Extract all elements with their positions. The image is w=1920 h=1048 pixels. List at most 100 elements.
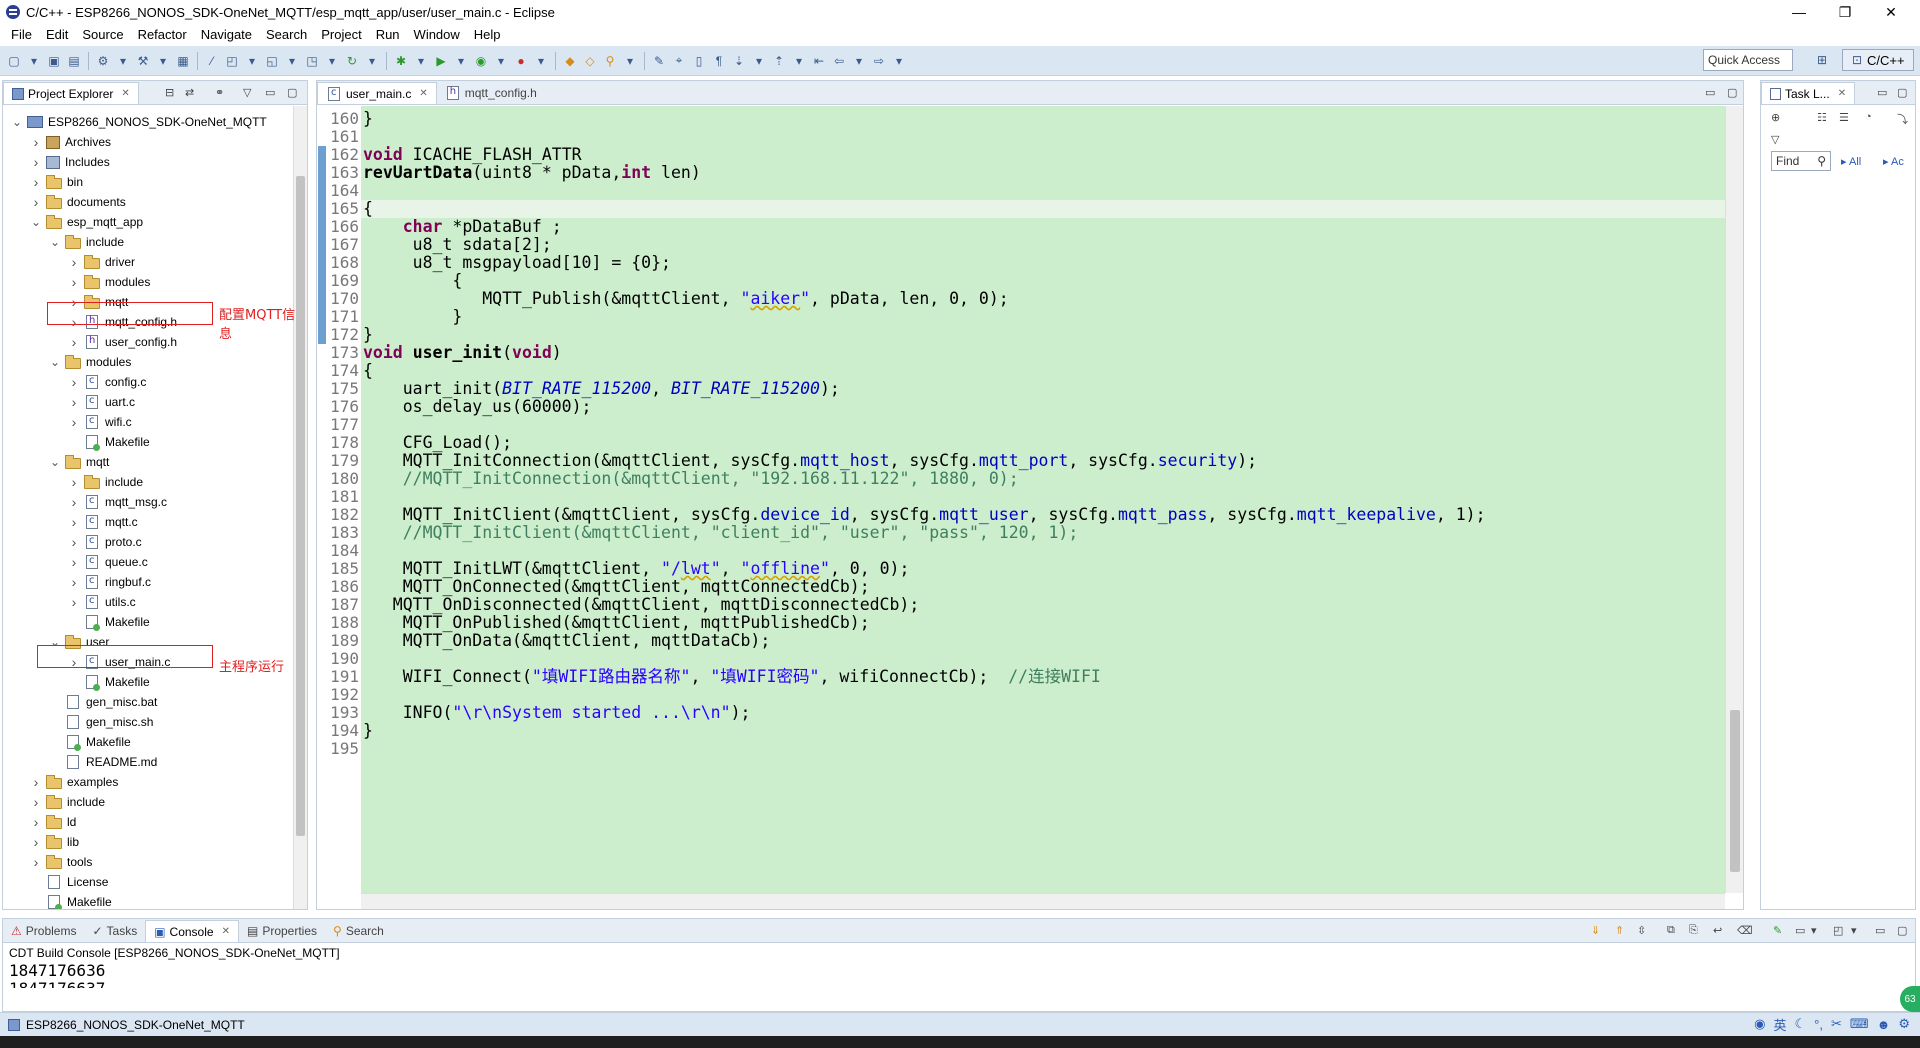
dropdown-icon[interactable]: ▾ (25, 52, 43, 70)
console-body[interactable]: CDT Build Console [ESP8266_NONOS_SDK-One… (3, 944, 1915, 1011)
save-all-icon[interactable]: ▤ (65, 52, 83, 70)
dropdown-icon[interactable]: ▾ (452, 52, 470, 70)
tree-item[interactable]: › mqtt.c (68, 512, 138, 532)
dropdown-icon[interactable]: ▾ (114, 52, 132, 70)
chevron-right-icon[interactable]: › (30, 134, 42, 150)
dropdown-icon[interactable]: ▾ (323, 52, 341, 70)
filter-active-link[interactable]: ▸ Ac (1883, 155, 1904, 168)
tree-item[interactable]: Makefile (30, 892, 112, 909)
toggle-icon[interactable]: ⁄ (203, 52, 221, 70)
next-annotation-icon[interactable]: ⇣ (730, 52, 748, 70)
code-line[interactable]: MQTT_OnPublished(&mqttClient, mqttPublis… (361, 614, 1725, 632)
settings-icon[interactable]: ⚙ (1898, 1016, 1910, 1032)
code-line[interactable] (361, 686, 1725, 704)
ime-icon[interactable]: ◉ (1754, 1016, 1765, 1032)
menu-search[interactable]: Search (259, 27, 314, 42)
view-menu-icon[interactable]: ▽ (243, 86, 251, 99)
code-line[interactable]: WIFI_Connect("填WIFI路由器名称", "填WIFI密码", wi… (361, 668, 1725, 686)
code-line[interactable]: os_delay_us(60000); (361, 398, 1725, 416)
new-icon[interactable]: ▢ (5, 52, 23, 70)
run-config-icon[interactable]: ◉ (472, 52, 490, 70)
tree-item[interactable]: › Archives (30, 132, 111, 152)
tree-item[interactable]: › utils.c (68, 592, 136, 612)
code-line[interactable]: MQTT_OnDisconnected(&mqttClient, mqttDis… (361, 596, 1725, 614)
maximize-view-icon[interactable]: ▢ (1897, 924, 1907, 937)
sync-icon[interactable]: ⤵ (1897, 111, 1908, 127)
scroll-lock-icon[interactable]: ⇳ (1637, 924, 1646, 937)
dropdown-icon[interactable]: ▾ (283, 52, 301, 70)
close-icon[interactable]: ✕ (419, 88, 427, 99)
user-icon[interactable]: ☻ (1877, 1017, 1891, 1032)
paste-icon[interactable]: ⎘ (1689, 924, 1698, 937)
code-line[interactable]: void ICACHE_FLASH_ATTR (361, 146, 1725, 164)
code-line[interactable]: MQTT_InitClient(&mqttClient, sysCfg.devi… (361, 506, 1725, 524)
scheduled-icon[interactable]: ☰ (1839, 111, 1849, 124)
build-all-icon[interactable]: ▦ (174, 52, 192, 70)
chevron-right-icon[interactable]: › (68, 394, 80, 410)
chevron-right-icon[interactable]: › (68, 254, 80, 270)
prev-annotation-icon[interactable]: ⇡ (770, 52, 788, 70)
menu-edit[interactable]: Edit (39, 27, 75, 42)
tree-item[interactable]: README.md (49, 752, 157, 772)
maximize-view-icon[interactable]: ▢ (1897, 86, 1907, 99)
tree-item[interactable]: › uart.c (68, 392, 135, 412)
tree-item[interactable]: › mqtt_msg.c (68, 492, 167, 512)
code-line[interactable]: { (361, 200, 1725, 218)
chevron-right-icon[interactable]: › (30, 194, 42, 210)
tab-tasks[interactable]: ✓ Tasks (84, 920, 145, 942)
tab-problems[interactable]: ⚠ Problems (3, 920, 84, 942)
tree-item[interactable]: › bin (30, 172, 83, 192)
display-console-icon[interactable]: ▭ (1795, 924, 1805, 937)
dropdown-icon[interactable]: ▾ (750, 52, 768, 70)
code-line[interactable]: MQTT_OnConnected(&mqttClient, mqttConnec… (361, 578, 1725, 596)
chevron-right-icon[interactable]: › (68, 274, 80, 290)
tab-mqtt-config-h[interactable]: mqtt_config.h (437, 82, 545, 104)
code-line[interactable]: { (361, 272, 1725, 290)
tree-item[interactable]: ⌄ ESP8266_NONOS_SDK-OneNet_MQTT (11, 112, 267, 132)
tree-item[interactable]: › ringbuf.c (68, 572, 151, 592)
restore-button[interactable]: ❐ (1822, 0, 1868, 24)
new-task-icon[interactable]: ⊕ (1771, 111, 1780, 124)
chevron-right-icon[interactable]: › (68, 374, 80, 390)
minimize-view-icon[interactable]: ▭ (1877, 86, 1887, 99)
chevron-down-icon[interactable]: ⌄ (30, 215, 42, 229)
forward-icon[interactable]: ⇨ (870, 52, 888, 70)
tree-item[interactable]: › modules (68, 272, 151, 292)
chevron-right-icon[interactable]: › (30, 814, 42, 830)
tree-item[interactable]: ⌄ mqtt (49, 452, 109, 472)
tree-item[interactable]: › proto.c (68, 532, 142, 552)
search-icon[interactable]: ⚲ (601, 52, 619, 70)
annotation-icon[interactable]: ✎ (650, 52, 668, 70)
external-tools-icon[interactable]: ● (512, 52, 530, 70)
dropdown-icon[interactable]: ▾ (412, 52, 430, 70)
tree-item[interactable]: gen_misc.bat (49, 692, 157, 712)
dropdown-icon[interactable]: ▾ (532, 52, 550, 70)
clear-console-icon[interactable]: ⌫ (1737, 924, 1753, 937)
tree-item[interactable]: gen_misc.sh (49, 712, 153, 732)
editor-vscrollbar[interactable] (1725, 106, 1743, 893)
find-input[interactable]: Find ⚲ (1771, 151, 1831, 171)
tree-item[interactable]: Makefile (68, 672, 150, 692)
tree-item[interactable]: › queue.c (68, 552, 148, 572)
debug-bug-icon[interactable]: ✱ (392, 52, 410, 70)
chevron-right-icon[interactable]: › (68, 474, 80, 490)
tree-item[interactable]: › include (30, 792, 105, 812)
code-line[interactable]: } (361, 722, 1725, 740)
chevron-right-icon[interactable]: › (68, 494, 80, 510)
tree-item[interactable]: Makefile (68, 432, 150, 452)
scrollbar-thumb[interactable] (1730, 710, 1740, 872)
code-line[interactable]: INFO("\r\nSystem started ...\r\n"); (361, 704, 1725, 722)
scroll-down-icon[interactable]: ⇓ (1591, 924, 1600, 937)
dropdown-icon[interactable]: ▾ (154, 52, 172, 70)
tree-item[interactable]: › documents (30, 192, 126, 212)
editor-hscrollbar[interactable] (361, 893, 1725, 909)
tree-scrollbar[interactable] (293, 106, 307, 909)
code-line[interactable]: u8_t sdata[2]; (361, 236, 1725, 254)
chevron-right-icon[interactable]: › (30, 794, 42, 810)
last-edit-icon[interactable]: ⇤ (810, 52, 828, 70)
menu-file[interactable]: File (4, 27, 39, 42)
dropdown-icon[interactable]: ▾ (363, 52, 381, 70)
tab-properties[interactable]: ▤ Properties (239, 920, 325, 942)
build-hammer-icon[interactable]: ⚒ (134, 52, 152, 70)
filter-icon[interactable]: ⚭ (215, 86, 224, 99)
